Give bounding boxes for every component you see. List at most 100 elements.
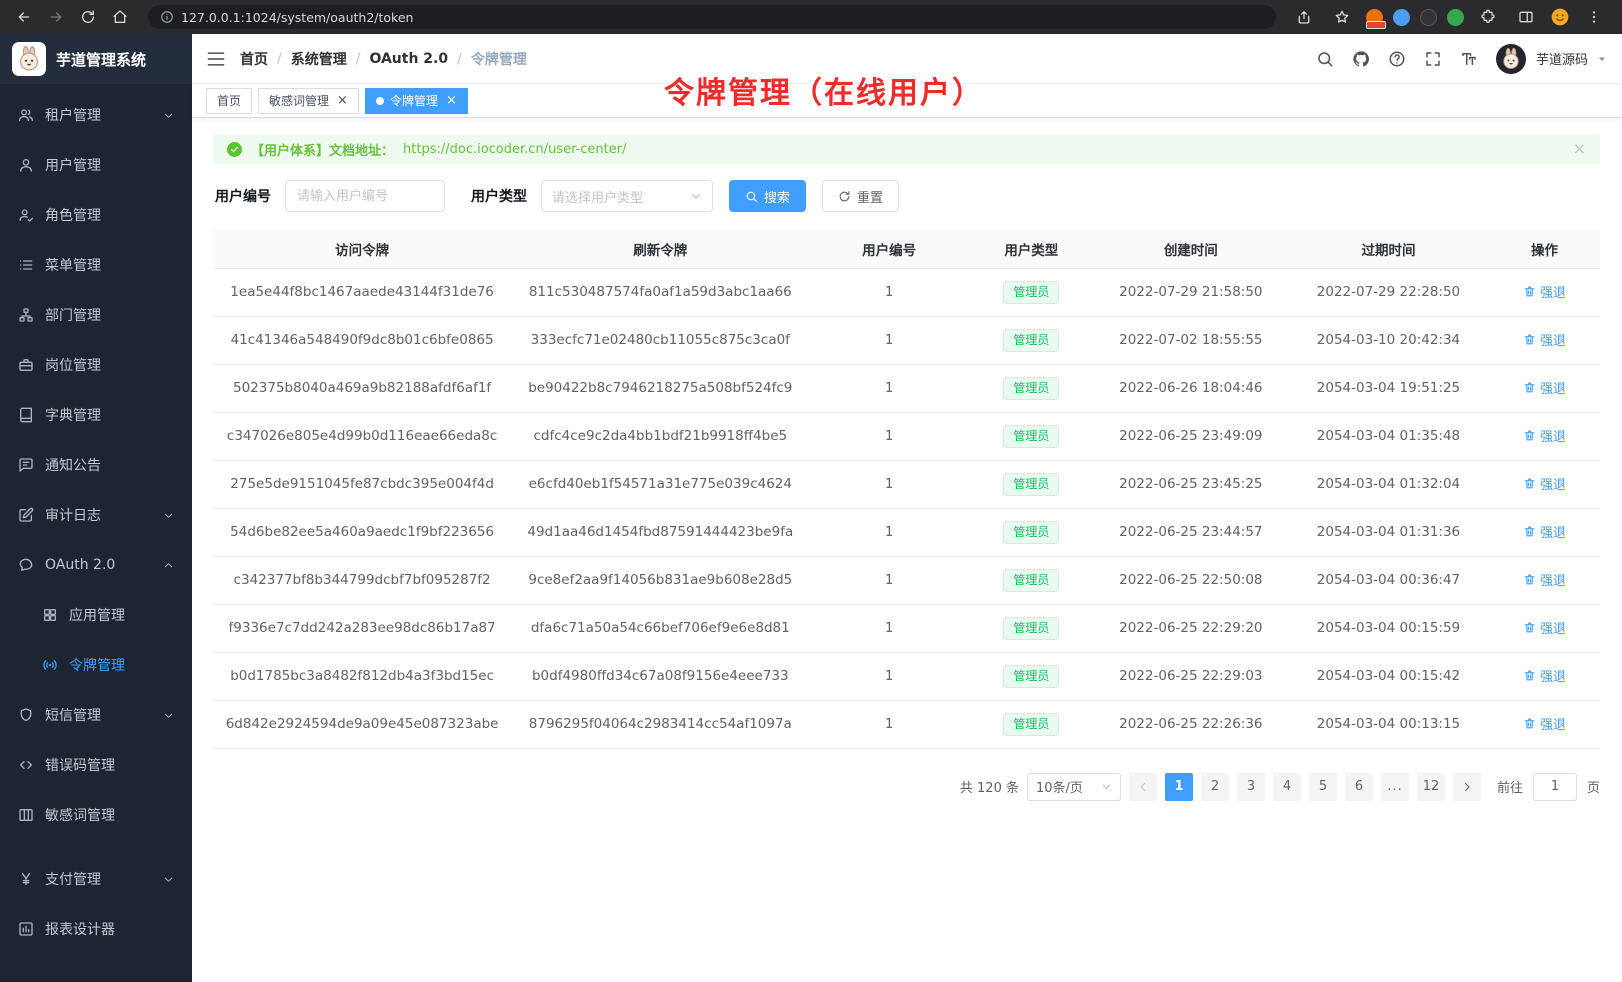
alert-doc-link[interactable]: https://doc.iocoder.cn/user-center/: [403, 142, 626, 157]
collapse-sidebar-icon[interactable]: [206, 49, 226, 69]
sidebar-item-dict[interactable]: 字典管理: [0, 390, 192, 440]
created-at-cell: 2022-06-25 22:26:36: [1094, 700, 1288, 748]
user-type-select[interactable]: 请选择用户类型: [541, 180, 713, 212]
reset-button[interactable]: 重置: [822, 180, 899, 212]
app-logo[interactable]: 芋道管理系统: [0, 34, 192, 84]
extension-icon-2[interactable]: [1393, 9, 1410, 26]
force-logout-button[interactable]: 强退: [1523, 666, 1566, 685]
access-token-cell: b0d1785bc3a8482f812db4a3f3bd15ec: [213, 652, 511, 700]
sidebar-item-sensitive[interactable]: 敏感词管理: [0, 790, 192, 840]
page-button-3[interactable]: 3: [1237, 773, 1265, 801]
force-logout-button[interactable]: 强退: [1523, 714, 1566, 733]
alert-close-icon[interactable]: ×: [1573, 141, 1586, 157]
user-id-input[interactable]: [285, 180, 445, 212]
sidebar-item-label: 菜单管理: [45, 255, 101, 275]
column-header: 创建时间: [1094, 230, 1288, 268]
prev-page-button[interactable]: [1129, 773, 1157, 801]
github-icon[interactable]: [1352, 50, 1370, 68]
sidebar-item-menu[interactable]: 菜单管理: [0, 240, 192, 290]
back-icon[interactable]: [10, 4, 38, 30]
sidebar: 芋道管理系统 租户管理用户管理角色管理菜单管理部门管理岗位管理字典管理通知公告审…: [0, 34, 192, 982]
sidebar-item-report[interactable]: 报表设计器: [0, 904, 192, 954]
help-icon[interactable]: [1388, 50, 1406, 68]
force-logout-button[interactable]: 强退: [1523, 474, 1566, 493]
sidebar-item-pay[interactable]: 支付管理: [0, 854, 192, 904]
expires-at-cell: 2054-03-10 20:42:34: [1288, 316, 1489, 364]
page-button-5[interactable]: 5: [1309, 773, 1337, 801]
page-size-select[interactable]: 10条/页: [1027, 773, 1121, 801]
page-button-1[interactable]: 1: [1165, 773, 1193, 801]
force-logout-button[interactable]: 强退: [1523, 330, 1566, 349]
grid-icon: [42, 607, 58, 623]
sidebar-item-user[interactable]: 用户管理: [0, 140, 192, 190]
table-body: 1ea5e44f8bc1467aaede43144f31de76811c5304…: [213, 268, 1600, 748]
tabs: 首页敏感词管理×令牌管理×: [192, 84, 1622, 118]
tab-令牌管理[interactable]: 令牌管理×: [365, 88, 468, 114]
force-logout-button[interactable]: 强退: [1523, 522, 1566, 541]
page-button-6[interactable]: 6: [1345, 773, 1373, 801]
forward-icon[interactable]: [42, 4, 70, 30]
force-logout-button[interactable]: 强退: [1523, 282, 1566, 301]
yen-icon: [18, 871, 34, 887]
page-ellipsis[interactable]: ...: [1381, 773, 1409, 801]
sidebar-item-notice[interactable]: 通知公告: [0, 440, 192, 490]
tab-close-icon[interactable]: ×: [446, 94, 457, 107]
user-avatar[interactable]: [1496, 44, 1526, 74]
address-bar[interactable]: 127.0.0.1:1024/system/oauth2/token: [148, 5, 1276, 29]
extension-icon-4[interactable]: [1447, 9, 1464, 26]
force-logout-button[interactable]: 强退: [1523, 426, 1566, 445]
user-id-cell: 1: [809, 316, 969, 364]
force-logout-button[interactable]: 强退: [1523, 378, 1566, 397]
force-logout-button[interactable]: 强退: [1523, 570, 1566, 589]
tab-close-icon[interactable]: ×: [337, 94, 348, 107]
sidebar-item-audit[interactable]: 审计日志: [0, 490, 192, 540]
table-row: c347026e805e4d99b0d116eae66eda8ccdfc4ce9…: [213, 412, 1600, 460]
sidebar-item-dept[interactable]: 部门管理: [0, 290, 192, 340]
page-button-12[interactable]: 12: [1417, 773, 1445, 801]
force-logout-button[interactable]: 强退: [1523, 618, 1566, 637]
page-button-2[interactable]: 2: [1201, 773, 1229, 801]
page-button-4[interactable]: 4: [1273, 773, 1301, 801]
trash-icon: [1523, 285, 1536, 298]
bookmark-star-icon[interactable]: [1328, 4, 1356, 30]
font-size-icon[interactable]: [1460, 50, 1478, 68]
table-row: 41c41346a548490f9dc8b01c6bfe0865333ecfc7…: [213, 316, 1600, 364]
reload-icon[interactable]: [74, 4, 102, 30]
sidebar-item-app[interactable]: 应用管理: [0, 590, 192, 640]
browser-menu-icon[interactable]: [1580, 4, 1608, 30]
share-icon[interactable]: [1290, 4, 1318, 30]
user-type-badge: 管理员: [1003, 617, 1059, 640]
breadcrumb-item[interactable]: 系统管理: [291, 49, 347, 69]
table-row: 1ea5e44f8bc1467aaede43144f31de76811c5304…: [213, 268, 1600, 316]
breadcrumb-item[interactable]: OAuth 2.0: [369, 51, 448, 67]
sidebar-item-token[interactable]: 令牌管理: [0, 640, 192, 690]
browser-profile-avatar[interactable]: [1550, 7, 1570, 27]
home-icon[interactable]: [106, 4, 134, 30]
tab-首页[interactable]: 首页: [206, 88, 252, 114]
trash-icon: [1523, 573, 1536, 586]
sidebar-item-tenant[interactable]: 租户管理: [0, 90, 192, 140]
sidebar-item-role[interactable]: 角色管理: [0, 190, 192, 240]
sidebar-item-oauth[interactable]: OAuth 2.0: [0, 540, 192, 590]
search-button[interactable]: 搜索: [729, 180, 806, 212]
sidebar-item-label: 短信管理: [45, 705, 101, 725]
refresh-token-cell: 8796295f04064c2983414cc54af1097a: [511, 700, 809, 748]
sidebar-item-post[interactable]: 岗位管理: [0, 340, 192, 390]
sidebar-item-sms[interactable]: 短信管理: [0, 690, 192, 740]
site-info-icon[interactable]: [160, 10, 174, 24]
search-icon[interactable]: [1316, 50, 1334, 68]
sidebar-item-label: 敏感词管理: [45, 805, 115, 825]
tab-敏感词管理[interactable]: 敏感词管理×: [258, 88, 359, 114]
breadcrumb-item[interactable]: 首页: [240, 49, 268, 69]
sidebar-item-errcode[interactable]: 错误码管理: [0, 740, 192, 790]
extensions-puzzle-icon[interactable]: [1474, 4, 1502, 30]
split-view-icon[interactable]: [1512, 4, 1540, 30]
fullscreen-icon[interactable]: [1424, 50, 1442, 68]
goto-page-input[interactable]: [1533, 773, 1577, 801]
user-menu-caret-icon[interactable]: [1596, 53, 1608, 65]
extension-icon-3[interactable]: [1420, 9, 1437, 26]
extension-icon-1[interactable]: [1366, 9, 1383, 26]
select-caret-icon: [690, 190, 702, 202]
next-page-button[interactable]: [1453, 773, 1481, 801]
user-name[interactable]: 芋道源码: [1536, 49, 1588, 68]
